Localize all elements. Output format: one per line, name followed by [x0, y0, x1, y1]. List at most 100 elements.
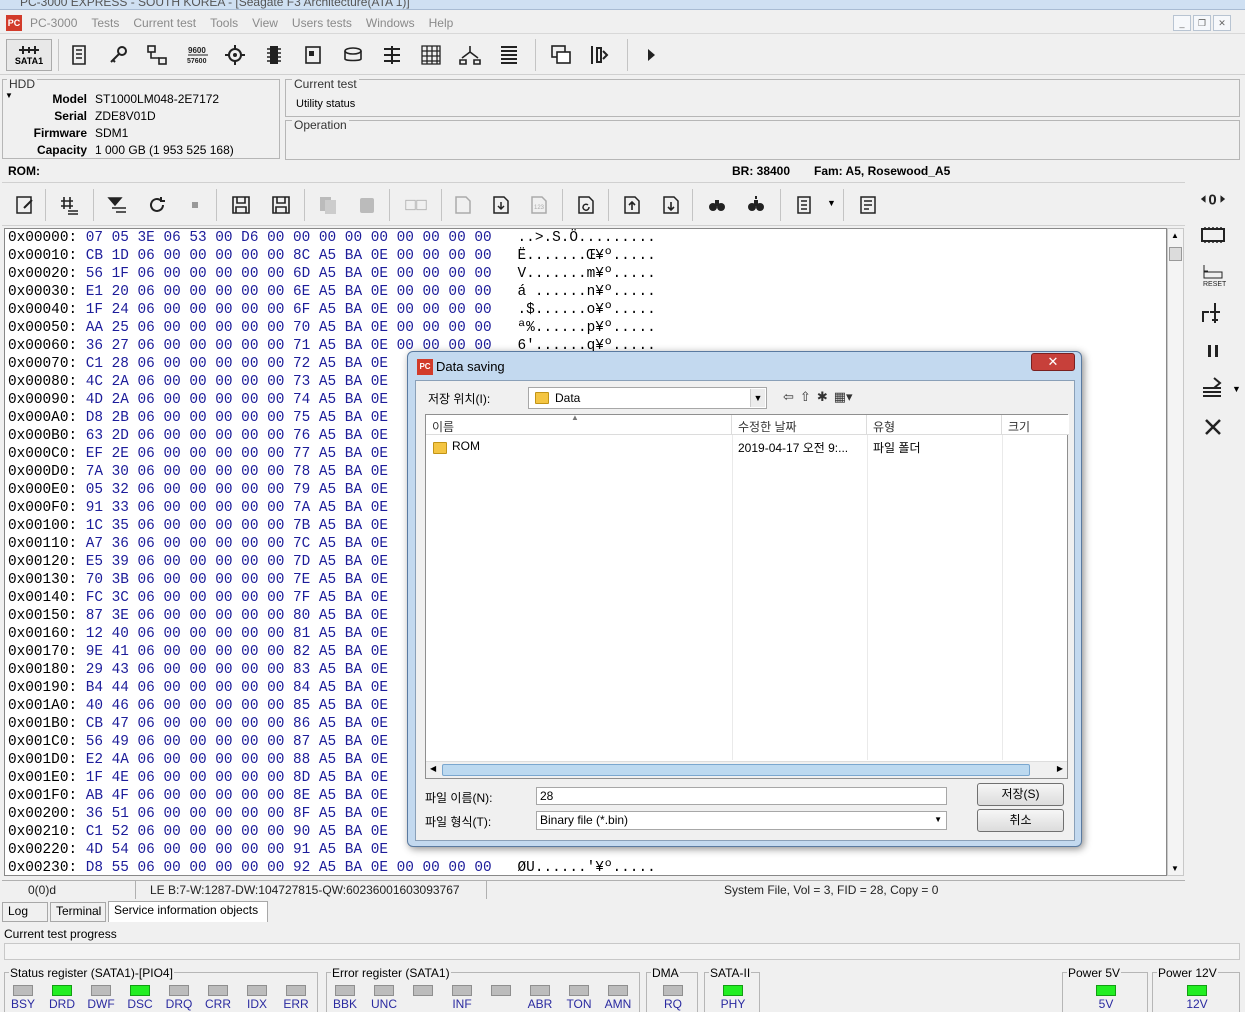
hex-bytes[interactable]: E5 39 06 00 00 00 00 00 7D A5 BA 0E — [86, 554, 388, 570]
new-folder-icon[interactable]: ✱ — [817, 389, 828, 405]
copy-icon[interactable] — [315, 192, 341, 218]
hex-ascii[interactable]: ª%......p¥º..... — [518, 320, 656, 336]
menu-item[interactable]: View — [252, 16, 278, 30]
save-icon[interactable] — [228, 192, 254, 218]
tools-icon[interactable] — [1196, 412, 1230, 442]
hex-row[interactable]: 0x00110: A7 36 06 00 00 00 00 00 7C A5 B… — [8, 535, 414, 553]
hex-row[interactable]: 0x00120: E5 39 06 00 00 00 00 00 7D A5 B… — [8, 553, 414, 571]
hex-row[interactable]: 0x000A0: D8 2B 06 00 00 00 00 00 75 A5 B… — [8, 409, 414, 427]
hex-bytes[interactable]: 87 3E 06 00 00 00 00 00 80 A5 BA 0E — [86, 608, 388, 624]
back-icon[interactable]: ⇦ — [783, 389, 794, 405]
hex-ascii[interactable]: ØU......'¥º..... — [518, 860, 656, 875]
filename-input[interactable]: 28 — [536, 787, 947, 805]
hex-row[interactable]: 0x00010: CB 1D 06 00 00 00 00 00 8C A5 B… — [8, 247, 656, 265]
hex-bytes[interactable]: CB 47 06 00 00 00 00 00 86 A5 BA 0E — [86, 716, 388, 732]
chevron-down-icon[interactable]: ▼ — [750, 389, 765, 407]
hex-bytes[interactable]: 29 43 06 00 00 00 00 00 83 A5 BA 0E — [86, 662, 388, 678]
hex-scrollbar[interactable]: ▲ ▼ — [1167, 228, 1184, 876]
hex-row[interactable]: 0x00170: 9E 41 06 00 00 00 00 00 82 A5 B… — [8, 643, 414, 661]
scroll-down-icon[interactable]: ▼ — [1171, 864, 1179, 873]
tab-service-info[interactable]: Service information objects — [108, 901, 268, 922]
hex-row[interactable]: 0x00040: 1F 24 06 00 00 00 00 00 6F A5 B… — [8, 301, 656, 319]
notes-icon[interactable] — [855, 192, 881, 218]
hex-bytes[interactable]: 63 2D 06 00 00 00 00 00 76 A5 BA 0E — [86, 428, 388, 444]
hex-bytes[interactable]: 12 40 06 00 00 00 00 00 81 A5 BA 0E — [86, 626, 388, 642]
goto-page-icon[interactable] — [573, 192, 599, 218]
hex-row[interactable]: 0x00100: 1C 35 06 00 00 00 00 00 7B A5 B… — [8, 517, 414, 535]
step-icon[interactable] — [1196, 372, 1230, 402]
compare-icon[interactable] — [400, 192, 432, 218]
hex-row[interactable]: 0x000B0: 63 2D 06 00 00 00 00 00 76 A5 B… — [8, 427, 414, 445]
close-icon[interactable]: ✕ — [1213, 15, 1231, 31]
view-menu-icon[interactable]: ▦▾ — [834, 389, 853, 405]
hex-bytes[interactable]: 1C 35 06 00 00 00 00 00 7B A5 BA 0E — [86, 518, 388, 534]
dialog-close-button[interactable]: ✕ — [1031, 353, 1075, 371]
hex-bytes[interactable]: 56 1F 06 00 00 00 00 00 6D A5 BA 0E 00 0… — [86, 266, 492, 282]
play-icon[interactable] — [636, 39, 666, 71]
hex-bytes[interactable]: 7A 30 06 00 00 00 00 00 78 A5 BA 0E — [86, 464, 388, 480]
hex-bytes[interactable]: 36 51 06 00 00 00 00 00 8F A5 BA 0E — [86, 806, 388, 822]
hex-row[interactable]: 0x000C0: EF 2E 06 00 00 00 00 00 77 A5 B… — [8, 445, 414, 463]
scroll-left-icon[interactable]: ◀ — [430, 764, 436, 773]
hex-ascii[interactable]: Ë.......Œ¥º..... — [518, 248, 656, 264]
hex-bytes[interactable]: 4C 2A 06 00 00 00 00 00 73 A5 BA 0E — [86, 374, 388, 390]
hex-row[interactable]: 0x00160: 12 40 06 00 00 00 00 00 81 A5 B… — [8, 625, 414, 643]
number-page-icon[interactable]: 123 — [526, 192, 552, 218]
menu-item[interactable]: Tools — [210, 16, 238, 30]
hex-row[interactable]: 0x001C0: 56 49 06 00 00 00 00 00 87 A5 B… — [8, 733, 414, 751]
menu-item[interactable]: Users tests — [292, 16, 352, 30]
hex-row[interactable]: 0x00030: E1 20 06 00 00 00 00 00 6E A5 B… — [8, 283, 656, 301]
column-name[interactable]: 이름 ▲ — [426, 413, 732, 435]
hex-bytes[interactable]: C1 28 06 00 00 00 00 00 72 A5 BA 0E — [86, 356, 388, 372]
sata1-button[interactable]: SATA1 — [6, 39, 52, 71]
key-icon[interactable] — [104, 39, 134, 71]
filetype-select[interactable]: Binary file (*.bin) ▼ — [536, 811, 947, 830]
hex-bytes[interactable]: 70 3B 06 00 00 00 00 00 7E A5 BA 0E — [86, 572, 388, 588]
hex-row[interactable]: 0x00190: B4 44 06 00 00 00 00 00 84 A5 B… — [8, 679, 414, 697]
save-as-icon[interactable] — [268, 192, 294, 218]
menu-item[interactable]: PC-3000 — [30, 16, 77, 30]
heads-icon[interactable] — [377, 39, 407, 71]
step-dropdown-icon[interactable]: ▼ — [1232, 384, 1241, 394]
hex-bytes[interactable]: AB 4F 06 00 00 00 00 00 8E A5 BA 0E — [86, 788, 388, 804]
grid-icon[interactable] — [416, 39, 446, 71]
hex-ascii[interactable]: V.......m¥º..... — [518, 266, 656, 282]
hex-bytes[interactable]: 4D 54 06 00 00 00 00 00 91 A5 BA 0E — [86, 842, 388, 858]
restore-icon[interactable]: ❐ — [1193, 15, 1211, 31]
hex-row[interactable]: 0x00200: 36 51 06 00 00 00 00 00 8F A5 B… — [8, 805, 414, 823]
menu-item[interactable]: Tests — [91, 16, 119, 30]
hex-bytes[interactable]: 07 05 3E 06 53 00 D6 00 00 00 00 00 00 0… — [86, 230, 492, 246]
edit-icon[interactable] — [12, 192, 38, 218]
save-location-combo[interactable]: Data ▼ — [528, 387, 767, 409]
paste-icon[interactable] — [354, 192, 380, 218]
cancel-button[interactable]: 취소 — [977, 809, 1064, 832]
hex-row[interactable]: 0x001A0: 40 46 06 00 00 00 00 00 85 A5 B… — [8, 697, 414, 715]
hex-row[interactable]: 0x00150: 87 3E 06 00 00 00 00 00 80 A5 B… — [8, 607, 414, 625]
chevron-down-icon[interactable]: ▼ — [934, 815, 942, 824]
hex-bytes[interactable]: E1 20 06 00 00 00 00 00 6E A5 BA 0E 00 0… — [86, 284, 492, 300]
gear-icon[interactable] — [220, 39, 250, 71]
hex-row[interactable]: 0x00070: C1 28 06 00 00 00 00 00 72 A5 B… — [8, 355, 414, 373]
hex-row[interactable]: 0x00080: 4C 2A 06 00 00 00 00 00 73 A5 B… — [8, 373, 414, 391]
new-page-icon[interactable] — [450, 192, 476, 218]
script-dropdown-icon[interactable]: ▼ — [827, 198, 836, 208]
hex-bytes[interactable]: C1 52 06 00 00 00 00 00 90 A5 BA 0E — [86, 824, 388, 840]
hex-row[interactable]: 0x00020: 56 1F 06 00 00 00 00 00 6D A5 B… — [8, 265, 656, 283]
scrollbar-thumb[interactable] — [1169, 247, 1182, 261]
tab-terminal[interactable]: Terminal — [50, 902, 106, 922]
tree-icon[interactable] — [455, 39, 485, 71]
hex-bytes[interactable]: D8 2B 06 00 00 00 00 00 75 A5 BA 0E — [86, 410, 388, 426]
hex-row[interactable]: 0x001F0: AB 4F 06 00 00 00 00 00 8E A5 B… — [8, 787, 414, 805]
hex-row[interactable]: 0x00140: FC 3C 06 00 00 00 00 00 7F A5 B… — [8, 589, 414, 607]
menu-item[interactable]: Windows — [366, 16, 415, 30]
disk-icon[interactable] — [338, 39, 368, 71]
hex-row[interactable]: 0x000F0: 91 33 06 00 00 00 00 00 7A A5 B… — [8, 499, 414, 517]
menu-item[interactable]: Current test — [133, 16, 196, 30]
page-up-icon[interactable] — [619, 192, 645, 218]
column-size[interactable]: 크기 — [1002, 415, 1069, 435]
file-list[interactable]: 이름 ▲ 수정한 날짜 유형 크기 ROM 2019-04-17 오전 9:...… — [425, 413, 1069, 779]
hex-bytes[interactable]: EF 2E 06 00 00 00 00 00 77 A5 BA 0E — [86, 446, 388, 462]
hex-row[interactable]: 0x000D0: 7A 30 06 00 00 00 00 00 78 A5 B… — [8, 463, 414, 481]
hex-bytes[interactable]: CB 1D 06 00 00 00 00 00 8C A5 BA 0E 00 0… — [86, 248, 492, 264]
find-next-icon[interactable] — [743, 192, 769, 218]
